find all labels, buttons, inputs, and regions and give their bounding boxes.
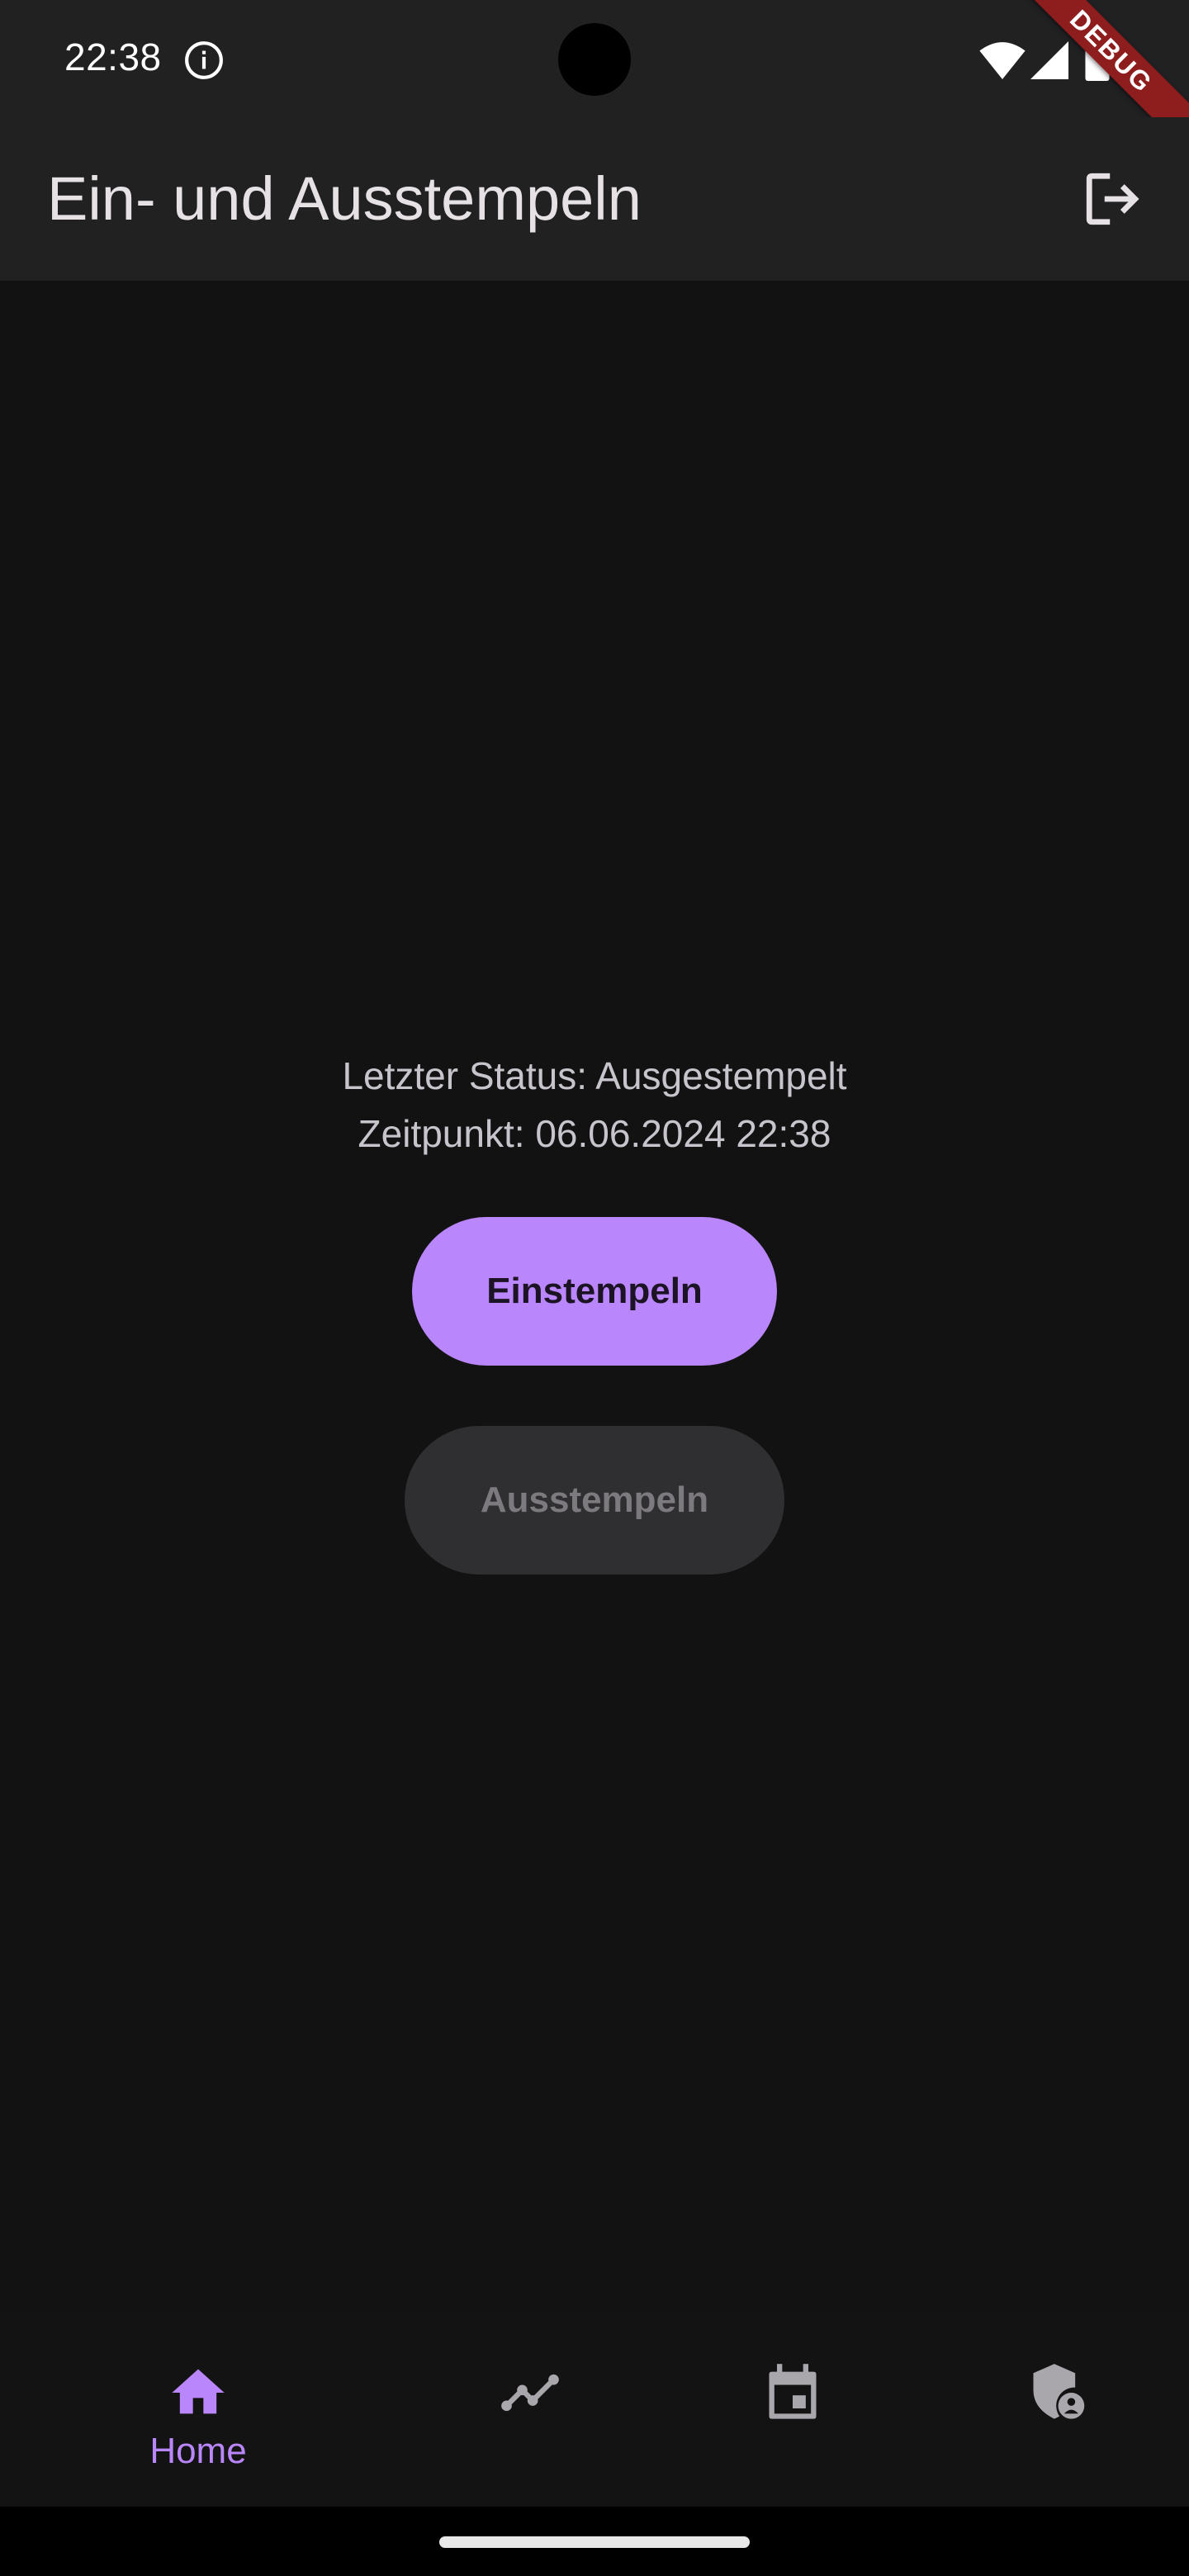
status-info: Letzter Status: Ausgestempelt Zeitpunkt:… — [0, 1047, 1189, 1163]
logout-icon — [1086, 173, 1139, 225]
timeline-icon — [501, 2374, 559, 2412]
nav-item-admin[interactable] — [908, 2312, 1189, 2507]
nav-item-home[interactable]: Home — [50, 2312, 347, 2507]
page-title: Ein- und Ausstempeln — [47, 164, 642, 233]
bottom-navigation: Home — [0, 2312, 1189, 2507]
system-navigation-bar — [0, 2507, 1189, 2576]
logout-button[interactable] — [1075, 162, 1149, 236]
clock-out-button[interactable]: Ausstempeln — [405, 1426, 784, 1574]
wifi-icon — [979, 42, 1026, 79]
status-time: 22:38 — [64, 36, 162, 78]
timestamp-text: Zeitpunkt: 06.06.2024 22:38 — [358, 1112, 831, 1155]
nav-item-calendar[interactable] — [644, 2312, 941, 2507]
status-bar: 22:38 DEBUG — [0, 0, 1189, 169]
calendar-icon — [769, 2364, 817, 2419]
home-icon — [172, 2369, 225, 2414]
admin-shield-icon — [1033, 2364, 1085, 2419]
info-icon — [185, 41, 223, 79]
signal-icon — [1030, 41, 1068, 79]
nav-item-timeline[interactable] — [381, 2312, 679, 2507]
last-status-text: Letzter Status: Ausgestempelt — [342, 1054, 847, 1097]
camera-cutout — [558, 23, 631, 96]
app-bar: Ein- und Ausstempeln — [0, 117, 1189, 281]
home-indicator[interactable] — [439, 2536, 750, 2548]
nav-label-home: Home — [149, 2431, 247, 2471]
clock-in-button[interactable]: Einstempeln — [412, 1217, 777, 1366]
app-screen: 22:38 DEBUG Ein- und Ausstempeln Letzter… — [0, 0, 1189, 2576]
